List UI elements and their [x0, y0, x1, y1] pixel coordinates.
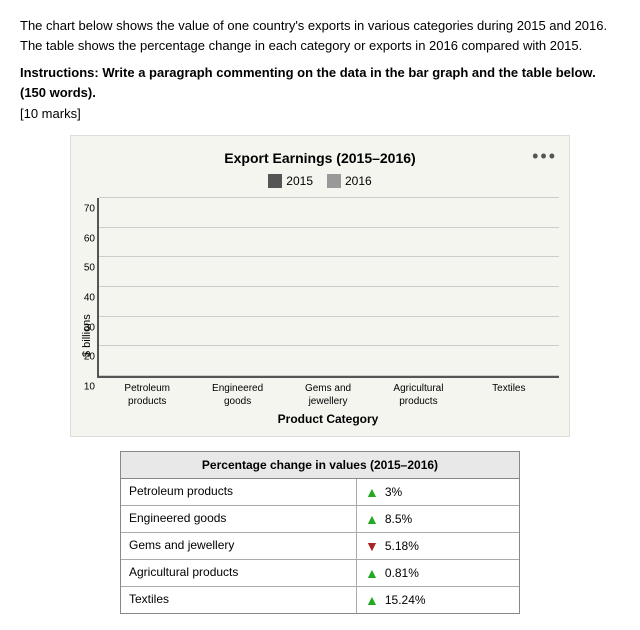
legend-label-2016: 2016 — [345, 174, 372, 188]
table-row-textiles: Textiles ▲ 15.24% — [121, 587, 519, 613]
table-cell-value-textiles: ▲ 15.24% — [357, 587, 519, 613]
table-cell-name-agricultural: Agricultural products — [121, 560, 357, 586]
arrow-up-agricultural: ▲ — [365, 565, 379, 581]
value-agricultural: 0.81% — [385, 566, 419, 580]
legend-label-2015: 2015 — [286, 174, 313, 188]
chart-body: $ billions 10 20 30 40 — [81, 198, 559, 426]
arrow-up-engineered: ▲ — [365, 511, 379, 527]
chart-legend: 2015 2016 — [81, 174, 559, 188]
instructions-text: Instructions: Write a paragraph commenti… — [20, 63, 620, 102]
y-tick-20: 20 — [71, 352, 95, 363]
y-tick-10: 10 — [71, 382, 95, 393]
marks-text: [10 marks] — [20, 106, 620, 121]
value-petroleum: 3% — [385, 485, 402, 499]
table-cell-value-agricultural: ▲ 0.81% — [357, 560, 519, 586]
table-row-engineered: Engineered goods ▲ 8.5% — [121, 506, 519, 533]
table-cell-name-gems: Gems and jewellery — [121, 533, 357, 559]
x-axis-title: Product Category — [97, 412, 559, 426]
y-tick-30: 30 — [71, 322, 95, 333]
chart-inner: 10 20 30 40 50 60 — [97, 198, 559, 426]
value-engineered: 8.5% — [385, 512, 412, 526]
arrow-up-textiles: ▲ — [365, 592, 379, 608]
legend-box-2016 — [327, 174, 341, 188]
y-tick-50: 50 — [71, 263, 95, 274]
value-textiles: 15.24% — [385, 593, 426, 607]
table-cell-name-textiles: Textiles — [121, 587, 357, 613]
x-label-agricultural: Agriculturalproducts — [376, 382, 460, 408]
table-row-agricultural: Agricultural products ▲ 0.81% — [121, 560, 519, 587]
table-cell-name-petroleum: Petroleum products — [121, 479, 357, 505]
value-gems: 5.18% — [385, 539, 419, 553]
bars-container — [99, 198, 559, 376]
table-cell-value-gems: ▼ 5.18% — [357, 533, 519, 559]
x-label-engineered: Engineeredgoods — [195, 382, 279, 408]
percentage-table: Percentage change in values (2015–2016) … — [120, 451, 520, 614]
intro-paragraph: The chart below shows the value of one c… — [20, 16, 620, 55]
table-header: Percentage change in values (2015–2016) — [121, 452, 519, 479]
chart-container: ••• Export Earnings (2015–2016) 2015 201… — [70, 135, 570, 437]
table-row-gems: Gems and jewellery ▼ 5.18% — [121, 533, 519, 560]
legend-item-2016: 2016 — [327, 174, 372, 188]
y-tick-40: 40 — [71, 293, 95, 304]
y-tick-70: 70 — [71, 204, 95, 215]
table-cell-name-engineered: Engineered goods — [121, 506, 357, 532]
table-cell-value-engineered: ▲ 8.5% — [357, 506, 519, 532]
more-options-icon[interactable]: ••• — [532, 146, 557, 167]
table-row-petroleum: Petroleum products ▲ 3% — [121, 479, 519, 506]
x-label-petroleum: Petroleumproducts — [105, 382, 189, 408]
arrow-up-petroleum: ▲ — [365, 484, 379, 500]
y-tick-60: 60 — [71, 233, 95, 244]
chart-plot-area: 10 20 30 40 50 60 — [97, 198, 559, 378]
legend-item-2015: 2015 — [268, 174, 313, 188]
chart-title: Export Earnings (2015–2016) — [81, 150, 559, 166]
x-axis-labels: Petroleumproducts Engineeredgoods Gems a… — [97, 378, 559, 408]
legend-box-2015 — [268, 174, 282, 188]
arrow-down-gems: ▼ — [365, 538, 379, 554]
table-cell-value-petroleum: ▲ 3% — [357, 479, 519, 505]
x-label-gems: Gems andjewellery — [286, 382, 370, 408]
x-label-textiles: Textiles — [467, 382, 551, 408]
